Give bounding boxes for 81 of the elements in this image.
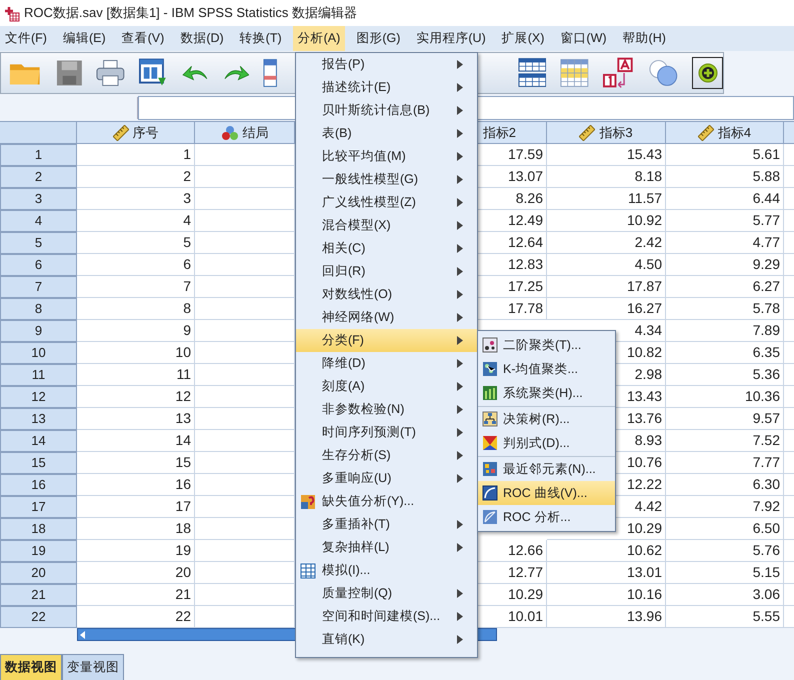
table-cell: 4.50 xyxy=(547,254,666,276)
table-cell: 9.29 xyxy=(666,254,784,276)
menu-label: 描述统计(E) xyxy=(322,79,392,96)
table-cell: 10.16 xyxy=(547,584,666,606)
table-cell: 14 xyxy=(77,430,195,452)
table-cell: 17 xyxy=(77,496,195,518)
table-cell: 7.89 xyxy=(666,320,784,342)
table-cell: 5.15 xyxy=(666,562,784,584)
column-title: 指标2 xyxy=(482,124,516,142)
table-cell: 6.35 xyxy=(666,342,784,364)
table-cell: 7.77 xyxy=(666,452,784,474)
table-cell: 12 xyxy=(77,386,195,408)
menu-label: 混合模型(X) xyxy=(322,217,392,234)
table-cell: 5.76 xyxy=(666,540,784,562)
table-cell: 21 xyxy=(77,584,195,606)
table-cell: 9 xyxy=(77,320,195,342)
menu-label: 多重插补(T) xyxy=(322,516,391,534)
table-cell: 13.01 xyxy=(547,562,666,584)
menu-label: 缺失值分析(Y)... xyxy=(322,493,416,510)
column-title: 指标3 xyxy=(599,124,633,142)
table-cell: 5.61 xyxy=(666,144,784,166)
table-cell: 8.18 xyxy=(547,166,666,188)
table-cell: 10.92 xyxy=(547,210,666,232)
menu-label: 广义线性模型(Z) xyxy=(322,194,417,212)
menu-label: 空间和时间建模(S)... xyxy=(322,608,442,626)
menu-label: 复杂抽样(L) xyxy=(322,539,390,556)
table-cell: 5.88 xyxy=(666,166,784,188)
menu-label: 时间序列预测(T) xyxy=(322,424,417,442)
table-cell: 3 xyxy=(77,188,195,210)
table-cell: 8 xyxy=(77,298,195,320)
menu-label: 贝叶斯统计信息(B) xyxy=(322,102,431,120)
table-cell: 6.30 xyxy=(666,474,784,496)
table-cell: 17.87 xyxy=(547,276,666,298)
table-cell: 6 xyxy=(77,254,195,276)
column-title: 序号 xyxy=(132,124,158,142)
menu-label: 分类(F) xyxy=(322,332,365,350)
table-cell: 5.36 xyxy=(666,364,784,386)
table-cell: 6.50 xyxy=(666,518,784,540)
menu-label: 刻度(A) xyxy=(322,378,366,396)
table-cell: 4 xyxy=(77,210,195,232)
menu-label: 比较平均值(M) xyxy=(322,148,407,166)
menu-label: 多重响应(U) xyxy=(322,470,392,488)
menu-label: 非参数检验(N) xyxy=(322,401,406,418)
table-cell: 1 xyxy=(77,144,195,166)
column-title: 结局 xyxy=(242,124,268,142)
menu-label: 报告(P) xyxy=(322,56,366,74)
table-cell: 15.43 xyxy=(547,144,666,166)
table-cell: 7.52 xyxy=(666,430,784,452)
table-cell: 11 xyxy=(77,364,195,386)
menu-label: 表(B) xyxy=(322,125,353,142)
table-cell: 9.57 xyxy=(666,408,784,430)
table-cell: 18 xyxy=(77,518,195,540)
table-cell: 7.92 xyxy=(666,496,784,518)
table-cell: 5.77 xyxy=(666,210,784,232)
menu-label: 模拟(I)... xyxy=(322,562,372,580)
table-cell: 10 xyxy=(77,342,195,364)
column-title: 指标4 xyxy=(718,124,752,142)
table-cell: 15 xyxy=(77,452,195,474)
table-cell: 19 xyxy=(77,540,195,562)
table-cell: 7 xyxy=(77,276,195,298)
table-cell: 16.27 xyxy=(547,298,666,320)
table-cell: 16 xyxy=(77,474,195,496)
table-cell: 2.42 xyxy=(547,232,666,254)
table-cell: 11.57 xyxy=(547,188,666,210)
menu-label: 降维(D) xyxy=(322,355,366,372)
table-cell: 3.06 xyxy=(666,584,784,606)
window-title: ROC数据.sav [数据集1] - IBM SPSS Statistics 数据编辑器 xyxy=(24,4,357,22)
table-cell: 4.77 xyxy=(666,232,784,254)
table-cell: 6.27 xyxy=(666,276,784,298)
menu-label: 生存分析(S) xyxy=(322,447,392,464)
table-cell: 10.36 xyxy=(666,386,784,408)
menu-label: 直销(K) xyxy=(322,631,366,648)
menu-label: 一般线性模型(G) xyxy=(322,171,420,188)
table-cell: 6.44 xyxy=(666,188,784,210)
table-cell: 2 xyxy=(77,166,195,188)
table-cell: 20 xyxy=(77,562,195,584)
menu-label: 质量控制(Q) xyxy=(322,585,394,602)
table-cell: 13 xyxy=(77,408,195,430)
table-cell: 5 xyxy=(77,232,195,254)
table-cell: 10.62 xyxy=(547,540,666,562)
table-cell: 5.78 xyxy=(666,298,784,320)
